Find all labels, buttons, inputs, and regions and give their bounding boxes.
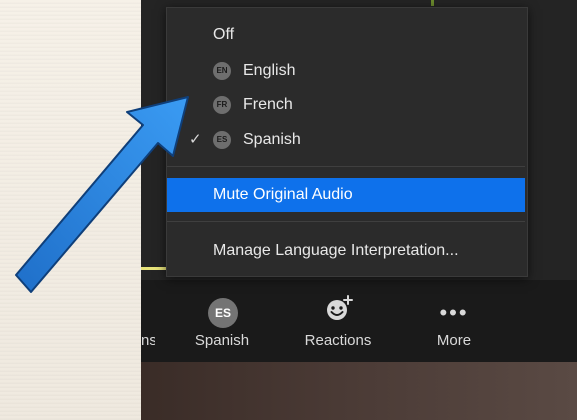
menu-item-off[interactable]: Off (167, 18, 525, 52)
spanish-interpretation-button[interactable]: ES Spanish (182, 288, 262, 358)
mute-original-audio-item[interactable]: Mute Original Audio (167, 178, 525, 212)
reactions-emoji-icon (327, 295, 353, 320)
menu-item-label: Mute Original Audio (213, 186, 353, 203)
more-dots-icon: ••• (439, 300, 469, 325)
status-indicator (431, 0, 434, 6)
toolbar-label: Reactions (304, 332, 372, 349)
toolbar-partial-label: ns (141, 332, 155, 349)
english-badge-icon: EN (213, 62, 231, 80)
menu-item-label: Spanish (243, 131, 301, 148)
menu-item-label: Off (213, 26, 235, 43)
reactions-button[interactable]: Reactions (298, 288, 378, 358)
checkmark-icon: ✓ (189, 131, 202, 148)
menu-divider (167, 221, 525, 222)
menu-item-label: Manage Language Interpretation... (213, 242, 459, 259)
menu-item-label: French (243, 96, 293, 113)
language-interpretation-menu: Off EN English FR French ✓ ES Spanish Mu… (166, 7, 528, 277)
manage-language-interpretation-item[interactable]: Manage Language Interpretation... (167, 234, 525, 268)
spanish-language-icon: ES (208, 298, 238, 328)
more-button[interactable]: ••• More (414, 288, 494, 358)
menu-item-label: English (243, 62, 296, 79)
menu-divider (167, 166, 525, 167)
menu-item-english[interactable]: EN English (167, 54, 525, 88)
menu-item-spanish[interactable]: ✓ ES Spanish (167, 123, 525, 157)
menu-item-french[interactable]: FR French (167, 88, 525, 122)
toolbar-label: More (436, 332, 472, 349)
video-preview-strip (141, 362, 577, 420)
french-badge-icon: FR (213, 96, 231, 114)
spanish-badge-icon: ES (213, 131, 231, 149)
active-speaker-bar (141, 267, 167, 270)
toolbar-label: Spanish (194, 332, 250, 349)
